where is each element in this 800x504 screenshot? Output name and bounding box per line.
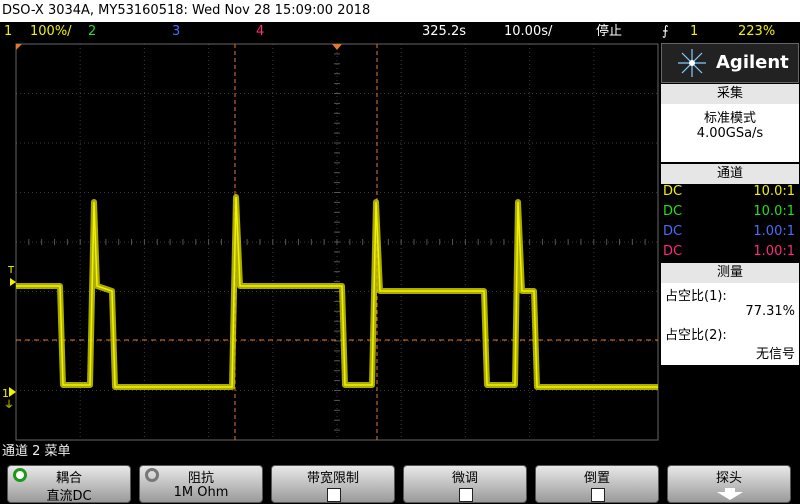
fine-checkbox[interactable]: [459, 488, 473, 502]
softkey-bar: 耦合 直流DC 阻抗 1M Ohm 带宽限制 微调 倒置 探头: [0, 463, 800, 504]
ch1-coupling: DC: [663, 184, 683, 199]
softkey-bw-limit[interactable]: 带宽限制: [271, 465, 395, 503]
ch3-probe: 1.00:1: [753, 224, 795, 239]
time-scale[interactable]: 10.00s/: [504, 22, 552, 42]
status-bar: 1 100%/ 2 3 4 325.2s 10.00s/ 停止 ⨍ 1 223%: [0, 22, 800, 42]
softkey-bw-limit-title: 带宽限制: [306, 471, 359, 486]
menu-title: 通道 2 菜单: [0, 441, 800, 463]
acquisition-header[interactable]: 采集: [661, 84, 799, 104]
invert-checkbox[interactable]: [591, 488, 605, 502]
ch3-number[interactable]: 3: [172, 22, 180, 42]
ch1-probe: 10.0:1: [753, 184, 795, 199]
ch2-number[interactable]: 2: [88, 22, 96, 42]
trigger-edge-icon: ⨍: [662, 24, 669, 39]
bw-limit-checkbox[interactable]: [327, 488, 341, 502]
channel-row-2: DC 10.0:1: [663, 204, 795, 219]
ch1-scale[interactable]: 100%/: [30, 22, 72, 42]
ch1-ground-marker[interactable]: 1: [2, 387, 9, 400]
softkey-coupling[interactable]: 耦合 直流DC: [7, 465, 131, 504]
softkey-impedance[interactable]: 阻抗 1M Ohm: [139, 465, 263, 503]
brand-name: Agilent: [716, 52, 789, 73]
meas2-label: 占空比(2):: [665, 328, 727, 343]
meas1-value: 77.31%: [745, 304, 795, 319]
channel-row-4: DC 1.00:1: [663, 244, 795, 259]
channels-header[interactable]: 通道: [661, 164, 799, 184]
ch1-number[interactable]: 1: [4, 22, 12, 42]
measurements-body[interactable]: 占空比(1): 77.31% 占空比(2): 无信号: [661, 283, 799, 365]
window-title: DSO-X 3034A, MY53160518: Wed Nov 28 15:0…: [0, 0, 800, 22]
softkey-probe[interactable]: 探头: [667, 465, 791, 503]
meas2-value: 无信号: [755, 347, 795, 362]
softkey-probe-title: 探头: [715, 471, 742, 486]
measurements-header[interactable]: 测量: [661, 263, 799, 283]
agilent-spark-icon: [678, 49, 706, 77]
ch4-probe: 1.00:1: [753, 244, 795, 259]
trigger-source[interactable]: 1: [690, 22, 698, 42]
run-state[interactable]: 停止: [596, 22, 622, 42]
channels-body[interactable]: DC 10.0:1 DC 10.0:1 DC 1.00:1 DC 1.00:1: [661, 184, 799, 262]
ch2-coupling: DC: [663, 204, 683, 219]
acquisition-body[interactable]: 标准模式 4.00GSa/s: [661, 104, 799, 162]
trigger-level[interactable]: 223%: [738, 22, 775, 42]
ch4-coupling: DC: [663, 244, 683, 259]
softkey-fine[interactable]: 微调: [403, 465, 527, 503]
channel-row-1: DC 10.0:1: [663, 184, 795, 199]
ch2-probe: 10.0:1: [753, 204, 795, 219]
softkey-coupling-value: 直流DC: [46, 489, 92, 504]
softkey-impedance-title: 阻抗: [187, 471, 214, 486]
channel-row-3: DC 1.00:1: [663, 224, 795, 239]
sample-rate: 4.00GSa/s: [696, 126, 764, 141]
ch3-coupling: DC: [663, 224, 683, 239]
softkey-coupling-title: 耦合: [55, 471, 82, 486]
side-panel: Agilent 采集 标准模式 4.00GSa/s 通道 DC 10.0:1 D…: [660, 42, 800, 441]
time-position[interactable]: 325.2s: [422, 22, 466, 42]
ch4-number[interactable]: 4: [256, 22, 264, 42]
submenu-arrow-icon: [717, 488, 743, 500]
softkey-invert-title: 倒置: [583, 471, 610, 486]
waveform-display[interactable]: T 1 ⏚: [0, 42, 660, 441]
acquisition-mode: 标准模式: [703, 111, 756, 126]
trigger-marker[interactable]: T: [7, 265, 15, 276]
softkey-fine-title: 微调: [451, 471, 478, 486]
softkey-impedance-value: 1M Ohm: [173, 485, 229, 500]
ground-symbol-icon: ⏚: [4, 399, 14, 411]
softkey-invert[interactable]: 倒置: [535, 465, 659, 503]
agilent-logo: Agilent: [661, 43, 799, 83]
meas1-label: 占空比(1):: [665, 289, 727, 304]
